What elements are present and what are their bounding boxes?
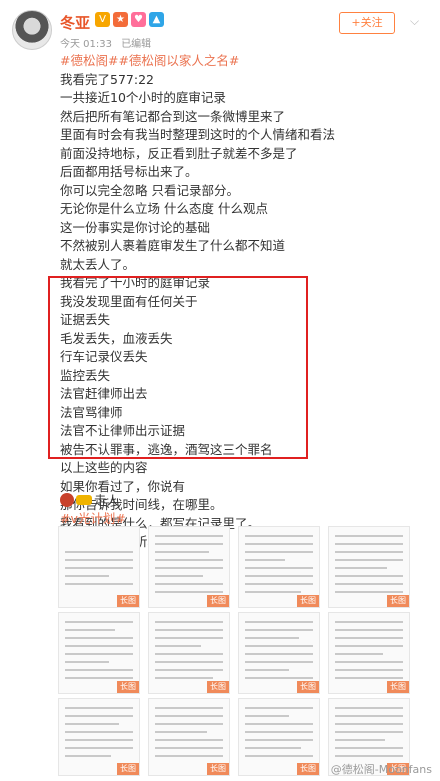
fan-badge-icon: ♥ — [131, 12, 146, 27]
tag-line: #德松阁##德松阁以家人之名# — [60, 52, 420, 71]
level-badge-icon: ▲ — [149, 12, 164, 27]
image-thumbnail[interactable]: 长图 — [58, 526, 140, 608]
post-line: 以上这些的内容 — [60, 460, 148, 475]
emoji-icon — [60, 492, 74, 507]
walk-text: 走人 — [94, 493, 120, 508]
post-line: 就太丢人了。 — [60, 256, 136, 272]
image-thumbnail[interactable]: 长图 — [148, 612, 230, 694]
verified-badge-icon: V — [95, 12, 110, 27]
post-line: 里面有时会有我当时整理到这时的个人情绪和看法 — [60, 127, 336, 142]
post-line: 后面都用括号标出来了。 — [60, 164, 198, 179]
post-line: 这一份事实是你讨论的基础 — [60, 219, 211, 235]
post-line: 一共接近10个小时的庭审记录 — [60, 90, 226, 105]
post-header: 冬亚 V ★ ♥ ▲ 今天 01:33 已编辑 +关注 ⌵ — [0, 0, 440, 56]
post-line: 你可以完全忽略 只看记录部分。 — [60, 182, 239, 198]
long-image-tag: 长图 — [297, 681, 319, 693]
hashtag[interactable]: #德松阁# — [60, 53, 118, 68]
image-thumbnail[interactable]: 长图 — [148, 698, 230, 776]
watermark: @德松阁-Moonfans — [330, 763, 432, 776]
avatar[interactable] — [12, 10, 52, 50]
image-thumbnail[interactable]: 长图 — [328, 612, 410, 694]
long-image-tag: 长图 — [387, 681, 409, 693]
edited-label[interactable]: 已编辑 — [121, 39, 151, 50]
long-image-tag: 长图 — [297, 595, 319, 607]
post-line: 我看完了577:22 — [60, 71, 154, 87]
walk-line: 走人 — [60, 490, 119, 509]
image-thumbnail[interactable]: 长图 — [148, 526, 230, 608]
long-image-tag: 长图 — [117, 681, 139, 693]
long-image-tag: 长图 — [207, 763, 229, 775]
long-image-tag: 长图 — [117, 763, 139, 775]
long-image-tag: 长图 — [207, 595, 229, 607]
image-thumbnail[interactable]: 长图 — [238, 698, 320, 776]
long-image-tag: 长图 — [387, 595, 409, 607]
image-thumbnail[interactable]: 长图 — [328, 526, 410, 608]
user-badges: V ★ ♥ ▲ — [95, 12, 164, 27]
post-time: 今天 01:33 — [60, 39, 112, 50]
topic-hashtag[interactable]: #v光计划# — [60, 508, 126, 527]
long-image-tag: 长图 — [297, 763, 319, 775]
long-image-tag: 长图 — [117, 595, 139, 607]
image-thumbnail[interactable]: 长图 — [58, 698, 140, 776]
post-line: 无论你是什么立场 什么态度 什么观点 — [60, 201, 268, 216]
post-line: 前面没持地标，反正看到肚子就差不多是了 — [60, 145, 298, 161]
image-grid: 长图 长图 长图 长图 长图 长图 长图 长图 长图 长图 长图 长图 — [58, 526, 428, 778]
post-line: 然后把所有笔记都合到这一条微博里来了 — [60, 108, 286, 124]
image-thumbnail[interactable]: 长图 — [238, 612, 320, 694]
username[interactable]: 冬亚 — [60, 12, 90, 33]
chevron-down-icon[interactable]: ⌵ — [410, 14, 419, 29]
image-thumbnail[interactable]: 长图 — [238, 526, 320, 608]
post-line: 不然被别人裹着庭审发生了什么都不知道 — [60, 238, 286, 253]
hashtag[interactable]: #德松阁以家人之名# — [118, 53, 239, 68]
follow-button[interactable]: +关注 — [339, 12, 395, 34]
member-badge-icon: ★ — [113, 12, 128, 27]
post-meta: 今天 01:33 已编辑 — [60, 35, 157, 50]
long-image-tag: 长图 — [207, 681, 229, 693]
image-thumbnail[interactable]: 长图 — [58, 612, 140, 694]
highlight-box — [48, 276, 308, 459]
emoji-icon — [76, 494, 92, 505]
